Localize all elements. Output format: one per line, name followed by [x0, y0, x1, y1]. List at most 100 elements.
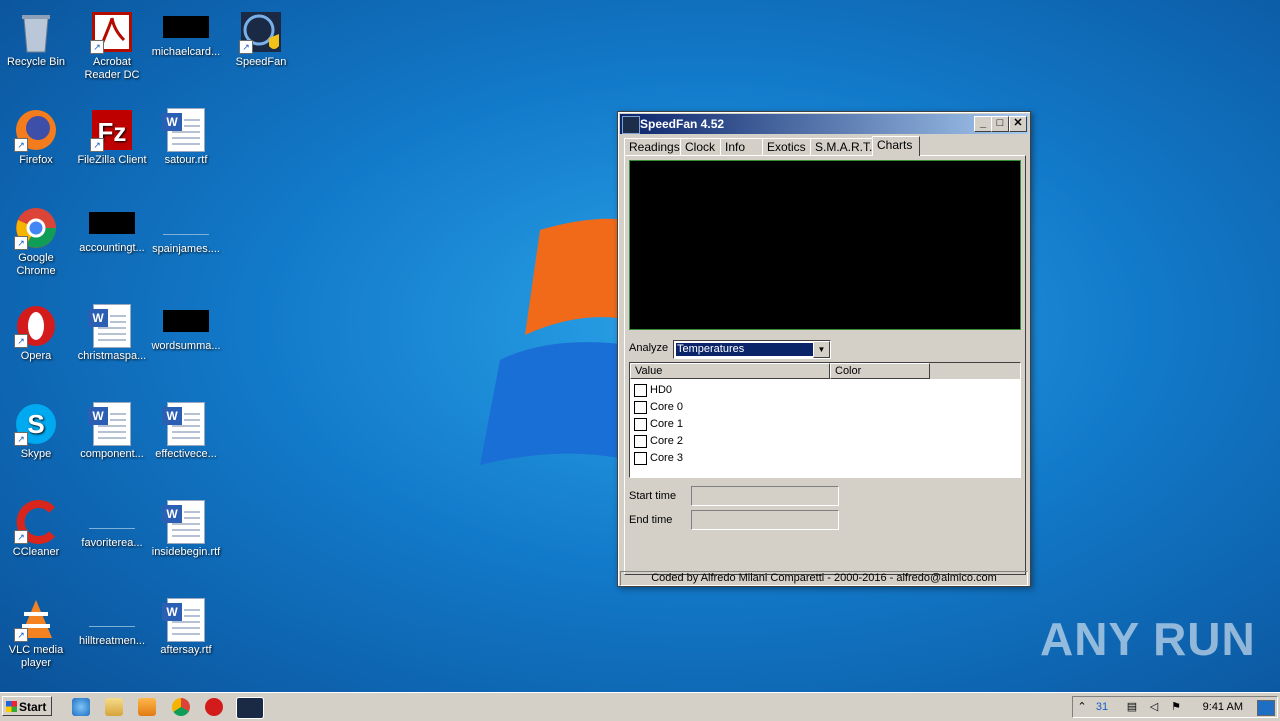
column-header-value[interactable]: Value: [630, 363, 830, 379]
start-button[interactable]: Start: [2, 696, 52, 716]
desktop-icon-opera[interactable]: ↗ Opera: [0, 298, 74, 363]
minimize-button[interactable]: _: [974, 116, 992, 132]
flag-icon[interactable]: ⚑: [1169, 700, 1183, 714]
desktop-icon-doc[interactable]: W aftersay.rtf: [148, 592, 224, 657]
charts-panel: Analyze Temperatures ▼ Value Color HD0 C…: [624, 155, 1026, 575]
desktop-icon-firefox[interactable]: ↗ Firefox: [0, 102, 74, 167]
speedfan-window: SpeedFan 4.52 _ □ ✕ Readings Clock Info …: [617, 111, 1031, 587]
desktop-icon-file[interactable]: accountingt...: [74, 200, 150, 255]
vlc-icon: ↗: [14, 598, 58, 642]
list-header: Value Color: [630, 363, 1020, 379]
desktop-icon-doc[interactable]: W insidebegin.rtf: [148, 494, 224, 559]
firefox-icon: ↗: [14, 108, 58, 152]
shortcut-arrow-icon: ↗: [14, 138, 28, 152]
volume-icon[interactable]: ◁: [1147, 700, 1161, 714]
svg-text:S: S: [27, 409, 44, 439]
media-player-icon[interactable]: [138, 698, 156, 716]
tab-charts[interactable]: Charts: [872, 136, 920, 156]
maximize-button[interactable]: □: [991, 116, 1009, 132]
analyze-label: Analyze: [629, 342, 669, 354]
desktop-icon-doc[interactable]: W christmaspa...: [74, 298, 150, 363]
list-item[interactable]: Core 0: [634, 399, 683, 416]
shortcut-arrow-icon: ↗: [239, 40, 253, 54]
desktop-icon-doc[interactable]: W effectivece...: [148, 396, 224, 461]
anyrun-watermark: ANY RUN: [1040, 613, 1256, 665]
opera-icon: ↗: [14, 304, 58, 348]
filezilla-icon: Fz ↗: [90, 108, 134, 152]
word-doc-icon: W: [162, 598, 208, 642]
checkbox[interactable]: [634, 434, 647, 448]
desktop-icon-speedfan[interactable]: ↗ SpeedFan: [223, 4, 299, 69]
list-item[interactable]: HD0: [634, 382, 672, 399]
sensor-list: Value Color HD0 Core 0 Core 1 Core 2 Cor…: [629, 362, 1021, 478]
close-button[interactable]: ✕: [1009, 116, 1027, 132]
blank-file-icon: [89, 506, 135, 529]
checkbox[interactable]: [634, 451, 647, 465]
blank-file-icon: [89, 212, 135, 234]
clock[interactable]: 9:41 AM: [1203, 700, 1243, 714]
windows-logo-wallpaper: [480, 218, 630, 465]
checkbox[interactable]: [634, 383, 647, 397]
desktop-icon-skype[interactable]: S ↗ Skype: [0, 396, 74, 461]
windows-flag-icon: [6, 701, 17, 712]
title-bar[interactable]: SpeedFan 4.52 _ □ ✕: [620, 114, 1028, 134]
tab-exotics[interactable]: Exotics: [762, 138, 812, 156]
chrome-taskbar-icon[interactable]: [172, 698, 190, 716]
shortcut-arrow-icon: ↗: [90, 138, 104, 152]
shortcut-arrow-icon: ↗: [14, 530, 28, 544]
window-title: SpeedFan 4.52: [640, 117, 725, 131]
desktop-icon-file[interactable]: michaelcard...: [148, 4, 224, 59]
start-time-label: Start time: [629, 490, 677, 502]
checkbox[interactable]: [634, 400, 647, 414]
list-item[interactable]: Core 3: [634, 450, 683, 467]
ccleaner-icon: ↗: [14, 500, 58, 544]
chevron-down-icon[interactable]: ▼: [813, 341, 830, 358]
desktop-icon-recycle-bin[interactable]: Recycle Bin: [0, 4, 74, 69]
speedfan-tray-icon[interactable]: 31: [1095, 700, 1109, 714]
desktop-icon-file[interactable]: spainjames....: [148, 200, 224, 256]
desktop-icon-vlc[interactable]: ↗ VLC media player: [0, 592, 74, 670]
desktop-icon-acrobat[interactable]: ↗ Acrobat Reader DC: [74, 4, 150, 82]
tab-clock[interactable]: Clock: [680, 138, 724, 156]
word-doc-icon: W: [162, 108, 208, 152]
end-time-field: [691, 510, 839, 530]
tab-readings[interactable]: Readings: [624, 138, 684, 156]
shortcut-arrow-icon: ↗: [14, 628, 28, 642]
shortcut-arrow-icon: ↗: [90, 40, 104, 54]
desktop-icon-file[interactable]: favoriterea...: [74, 494, 150, 550]
desktop-icon-filezilla[interactable]: Fz ↗ FileZilla Client: [74, 102, 150, 167]
tab-smart[interactable]: S.M.A.R.T.: [810, 138, 878, 156]
word-doc-icon: W: [88, 402, 134, 446]
end-time-label: End time: [629, 514, 673, 526]
shortcut-arrow-icon: ↗: [14, 334, 28, 348]
word-doc-icon: W: [162, 402, 208, 446]
folder-icon[interactable]: [105, 698, 123, 716]
blank-file-icon: [163, 212, 209, 235]
checkbox[interactable]: [634, 417, 647, 431]
desktop-icon-doc[interactable]: W component...: [74, 396, 150, 461]
list-item[interactable]: Core 1: [634, 416, 683, 433]
taskbar: Start ⌃ 31 ▤ ◁ ⚑ 9:41 AM: [0, 692, 1280, 721]
show-hidden-icons-icon[interactable]: ⌃: [1075, 700, 1089, 714]
desktop-icon-file[interactable]: hilltreatmen...: [74, 592, 150, 648]
acrobat-icon: ↗: [90, 10, 134, 54]
speedfan-taskbar-button[interactable]: [236, 697, 264, 719]
start-time-field: [691, 486, 839, 506]
list-item[interactable]: Core 2: [634, 433, 683, 450]
status-bar: Coded by Alfredo Milani Comparetti - 200…: [620, 571, 1028, 586]
show-desktop-icon[interactable]: [1257, 700, 1275, 716]
desktop-icon-ccleaner[interactable]: ↗ CCleaner: [0, 494, 74, 559]
system-tray: ⌃ 31 ▤ ◁ ⚑ 9:41 AM: [1072, 696, 1278, 718]
opera-taskbar-icon[interactable]: [205, 698, 223, 716]
network-icon[interactable]: ▤: [1125, 700, 1139, 714]
desktop-icon-doc[interactable]: W satour.rtf: [148, 102, 224, 167]
column-header-color[interactable]: Color: [830, 363, 930, 379]
ie-icon[interactable]: [72, 698, 90, 716]
tab-info[interactable]: Info: [720, 138, 764, 156]
desktop-icon-file[interactable]: wordsumma...: [148, 298, 224, 353]
shortcut-arrow-icon: ↗: [14, 432, 28, 446]
analyze-select[interactable]: Temperatures ▼: [673, 340, 831, 359]
blank-file-icon: [163, 310, 209, 332]
desktop-icon-chrome[interactable]: ↗ Google Chrome: [0, 200, 74, 278]
speedfan-app-icon: [622, 116, 640, 134]
